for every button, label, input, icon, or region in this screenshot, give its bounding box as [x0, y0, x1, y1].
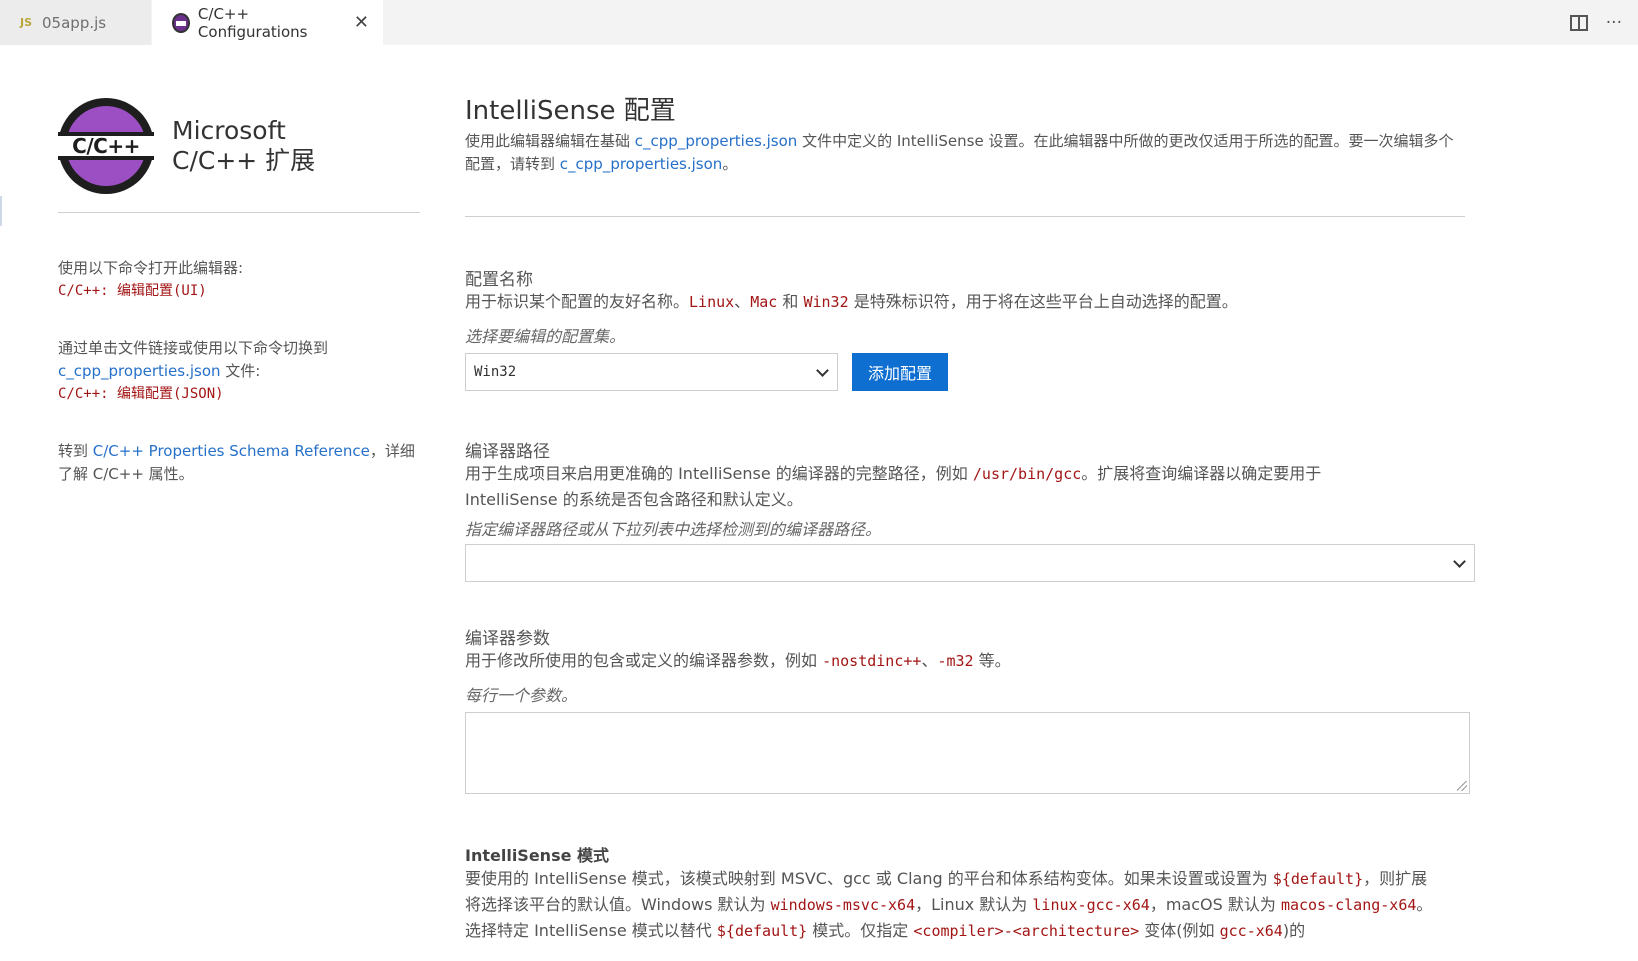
- desc-text: )的: [1282, 921, 1306, 940]
- page-description: 使用此编辑器编辑在基础 c_cpp_properties.json 文件中定义的…: [465, 130, 1465, 176]
- tab-bar: JS 05app.js C/C++ Configurations ✕ ···: [0, 0, 1638, 45]
- compiler-args-textarea[interactable]: [465, 712, 1470, 794]
- desc-text: 要使用的 IntelliSense 模式，该模式映射到 MSVC、gcc 或 C…: [465, 869, 1273, 888]
- command-edit-json: C/C++: 编辑配置(JSON): [58, 386, 224, 402]
- brand-header: C/C++ Microsoft C/C++ 扩展: [58, 96, 420, 196]
- config-name-section: 配置名称 用于标识某个配置的友好名称。Linux、Mac 和 Win32 是特殊…: [465, 265, 1475, 391]
- code-linux: Linux: [689, 293, 735, 311]
- help-text: 转到: [58, 442, 93, 460]
- compiler-path-section: 编译器路径 用于生成项目来启用更准确的 IntelliSense 的编译器的完整…: [465, 437, 1475, 582]
- code-gcc-path: /usr/bin/gcc: [972, 465, 1082, 483]
- chevron-down-icon: [1453, 555, 1466, 568]
- desc-text: 用于修改所使用的包含或定义的编译器参数，例如: [465, 651, 823, 670]
- section-title: 编译器路径: [465, 442, 550, 462]
- section-hint: 选择要编辑的配置集。: [465, 327, 626, 346]
- tab-label: C/C++ Configurations: [197, 4, 308, 41]
- close-icon[interactable]: ✕: [354, 12, 369, 33]
- desc-text: 是特殊标识符，用于将在这些平台上自动选择的配置。: [848, 292, 1238, 311]
- scroll-marker: [0, 196, 2, 226]
- main-panel: IntelliSense 配置 使用此编辑器编辑在基础 c_cpp_proper…: [465, 90, 1475, 944]
- help-line: c_cpp_properties.json 文件:: [58, 360, 420, 383]
- section-description: 用于标识某个配置的友好名称。Linux、Mac 和 Win32 是特殊标识符，用…: [465, 289, 1475, 315]
- cpp-logo-icon: C/C++: [58, 98, 154, 194]
- desc-text: 使用此编辑器编辑在基础: [465, 132, 635, 150]
- config-select[interactable]: Win32: [465, 353, 838, 391]
- help-text: 使用以下命令打开此编辑器:: [58, 259, 244, 277]
- compiler-path-select[interactable]: [465, 544, 1475, 582]
- code-gcc-x64: gcc-x64: [1219, 922, 1283, 940]
- logo-text: C/C++: [58, 132, 154, 160]
- code-win32: Win32: [803, 293, 849, 311]
- javascript-file-icon: JS: [20, 16, 33, 29]
- brand-name: Microsoft C/C++ 扩展: [172, 116, 315, 176]
- code-m32: -m32: [937, 652, 974, 670]
- section-title: 编译器参数: [465, 629, 550, 649]
- code-linux-gcc: linux-gcc-x64: [1032, 896, 1150, 914]
- resize-grip-icon[interactable]: [1457, 781, 1467, 791]
- desc-text: 变体(例如: [1139, 921, 1220, 940]
- desc-text: 模式。仅指定: [807, 921, 914, 940]
- editor-actions: ···: [1569, 0, 1638, 45]
- json-file-link-2[interactable]: c_cpp_properties.json: [560, 155, 723, 173]
- section-hint: 每行一个参数。: [465, 686, 578, 705]
- code-compiler-arch: <compiler>-<architecture>: [913, 922, 1140, 940]
- desc-text: 用于标识某个配置的友好名称。: [465, 292, 690, 311]
- selected-value: Win32: [474, 364, 517, 380]
- section-title: 配置名称: [465, 270, 533, 290]
- tab-05app-js[interactable]: JS 05app.js: [0, 0, 152, 45]
- code-nostdinc: -nostdinc++: [822, 652, 922, 670]
- schema-reference-link[interactable]: C/C++ Properties Schema Reference: [93, 442, 370, 460]
- desc-text: ，Linux 默认为: [915, 895, 1033, 914]
- left-panel: C/C++ Microsoft C/C++ 扩展 使用以下命令打开此编辑器: C…: [58, 96, 420, 486]
- section-hint: 指定编译器路径或从下拉列表中选择检测到的编译器路径。: [465, 520, 882, 539]
- section-title: IntelliSense 模式: [465, 846, 610, 865]
- json-file-link[interactable]: c_cpp_properties.json: [635, 132, 798, 150]
- intellisense-mode-section: IntelliSense 模式 要使用的 IntelliSense 模式，该模式…: [465, 842, 1475, 944]
- chevron-down-icon: [816, 364, 829, 377]
- section-description: 要使用的 IntelliSense 模式，该模式映射到 MSVC、gcc 或 C…: [465, 866, 1435, 944]
- desc-text: 、: [734, 292, 751, 311]
- cpp-extension-icon: [172, 12, 190, 33]
- section-description: 用于生成项目来启用更准确的 IntelliSense 的编译器的完整路径，例如 …: [465, 461, 1365, 512]
- open-editor-help: 使用以下命令打开此编辑器: C/C++: 编辑配置(UI): [58, 257, 420, 303]
- code-mac: Mac: [750, 293, 778, 311]
- split-editor-icon[interactable]: [1569, 14, 1588, 31]
- divider: [465, 216, 1465, 217]
- code-macos-clang: macos-clang-x64: [1280, 896, 1417, 914]
- compiler-args-section: 编译器参数 用于修改所使用的包含或定义的编译器参数，例如 -nostdinc++…: [465, 624, 1475, 794]
- desc-text: 等。: [973, 651, 1011, 670]
- brand-line-1: Microsoft: [172, 116, 286, 145]
- help-text: 文件:: [220, 362, 261, 380]
- desc-text: 和: [777, 292, 804, 311]
- brand-line-2: C/C++ 扩展: [172, 146, 316, 175]
- desc-text: 。: [722, 155, 738, 173]
- json-file-link[interactable]: c_cpp_properties.json: [58, 362, 221, 380]
- page-title: IntelliSense 配置: [465, 96, 676, 126]
- divider: [58, 212, 420, 213]
- tab-label: 05app.js: [42, 13, 107, 32]
- switch-json-help: 通过单击文件链接或使用以下命令切换到 c_cpp_properties.json…: [58, 337, 420, 406]
- tab-cpp-configurations[interactable]: C/C++ Configurations ✕: [152, 0, 384, 45]
- desc-text: 、: [921, 651, 938, 670]
- desc-text: ，macOS 默认为: [1149, 895, 1281, 914]
- schema-reference-help: 转到 C/C++ Properties Schema Reference，详细了…: [58, 440, 420, 486]
- config-select-row: Win32 添加配置: [465, 353, 1475, 391]
- command-edit-ui: C/C++: 编辑配置(UI): [58, 283, 207, 299]
- code-windows-msvc: windows-msvc-x64: [770, 896, 916, 914]
- code-default: ${default}: [1272, 870, 1364, 888]
- help-text: 通过单击文件链接或使用以下命令切换到: [58, 339, 329, 357]
- code-default-2: ${default}: [716, 922, 808, 940]
- desc-text: 用于生成项目来启用更准确的 IntelliSense 的编译器的完整路径，例如: [465, 464, 973, 483]
- more-actions-icon[interactable]: ···: [1606, 13, 1622, 33]
- section-description: 用于修改所使用的包含或定义的编译器参数，例如 -nostdinc++、-m32 …: [465, 648, 1475, 674]
- add-config-button[interactable]: 添加配置: [852, 353, 949, 391]
